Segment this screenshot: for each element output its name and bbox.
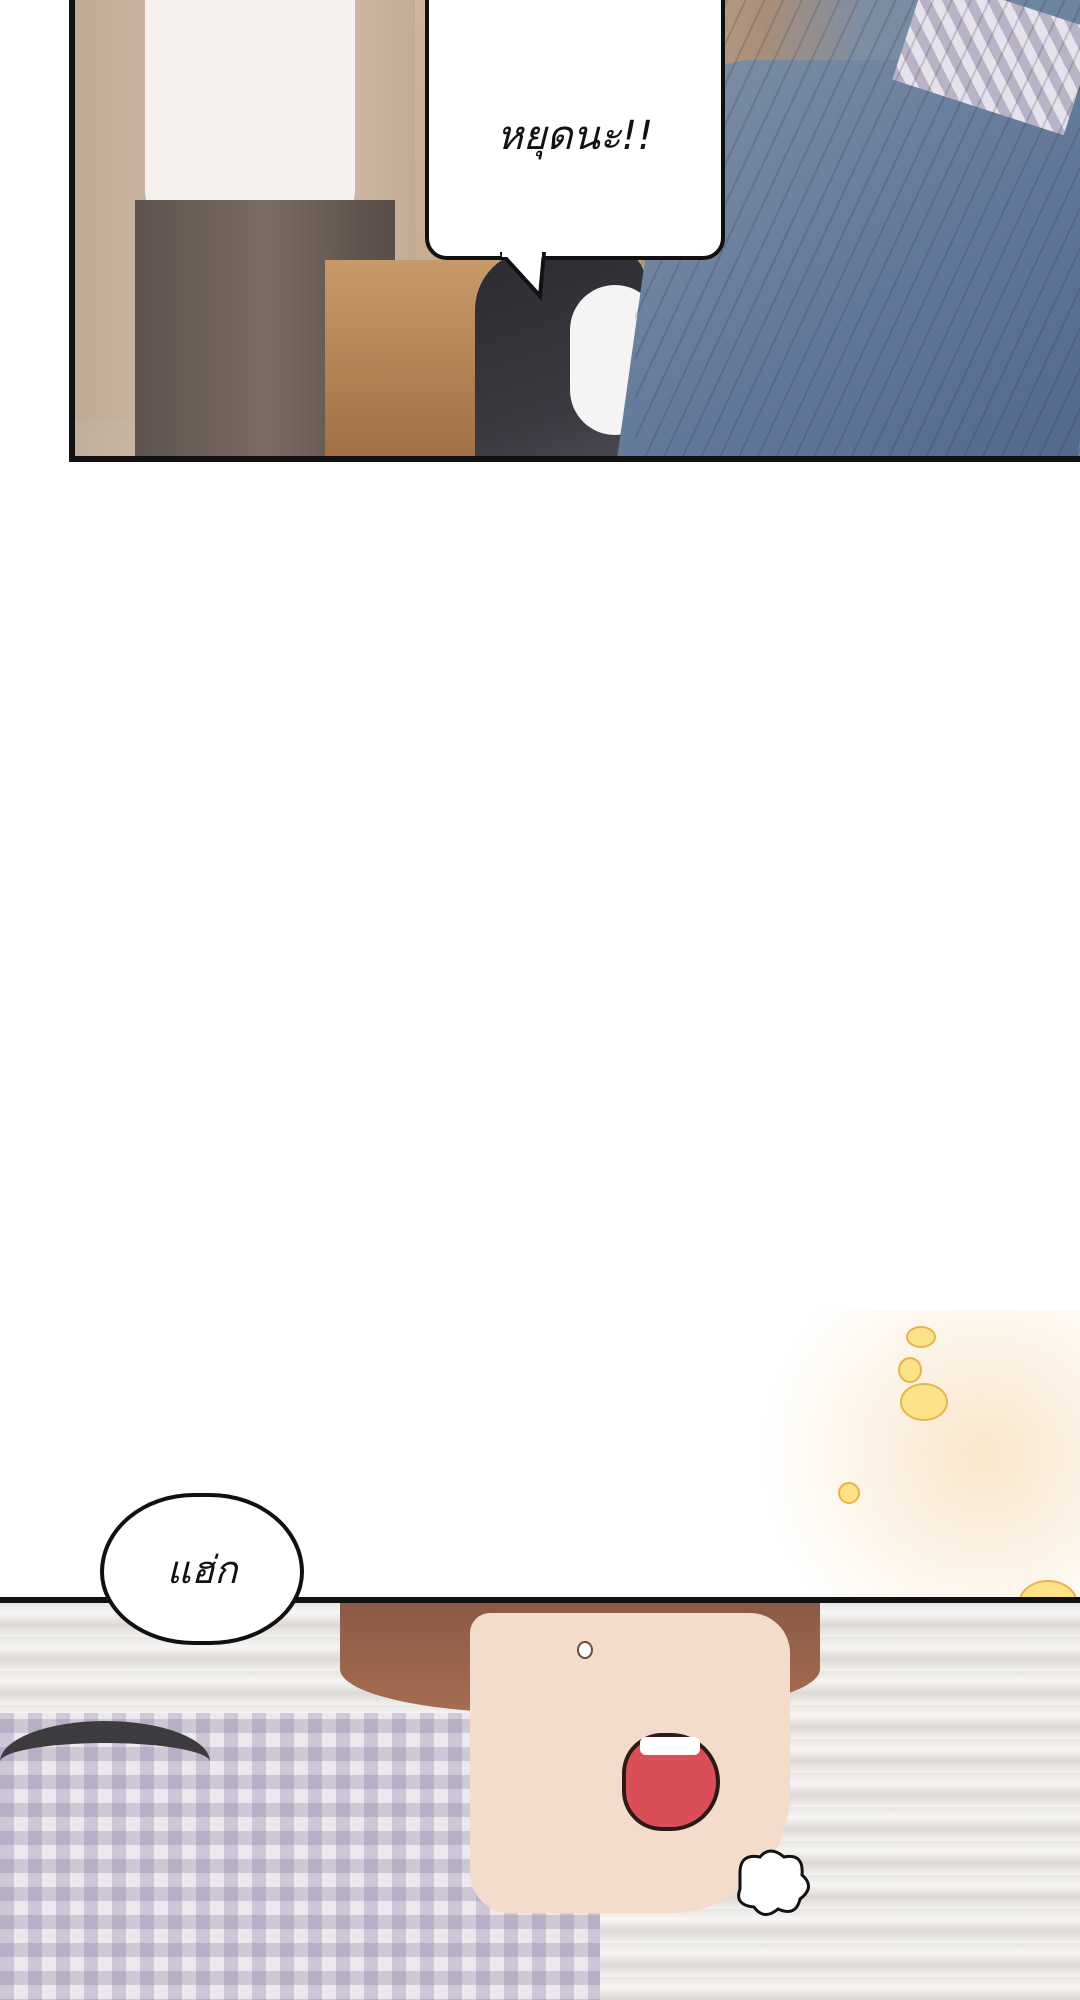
- speech-text: หยุดนะ!!: [496, 113, 654, 159]
- comic-panel-top: หยุดนะ!!: [69, 0, 1080, 462]
- speech-text: แฮ่ก: [166, 1547, 238, 1592]
- speech-bubble-tail: [500, 252, 547, 301]
- dust-puff: [898, 1357, 922, 1383]
- character-shirt: [145, 0, 355, 230]
- character-bag-strap: [0, 1721, 210, 1803]
- dust-puff: [906, 1326, 936, 1348]
- speech-bubble-stop: หยุดนะ!!: [425, 0, 725, 260]
- speech-bubble-pant: แฮ่ก: [100, 1493, 304, 1645]
- dust-puff: [900, 1383, 948, 1421]
- comic-panel-bottom: [0, 1597, 1080, 2000]
- dust-puff: [838, 1482, 860, 1504]
- character-mouth-teeth: [640, 1737, 700, 1755]
- breath-puff-icon: [737, 1849, 810, 1916]
- sweat-drop: [577, 1641, 593, 1659]
